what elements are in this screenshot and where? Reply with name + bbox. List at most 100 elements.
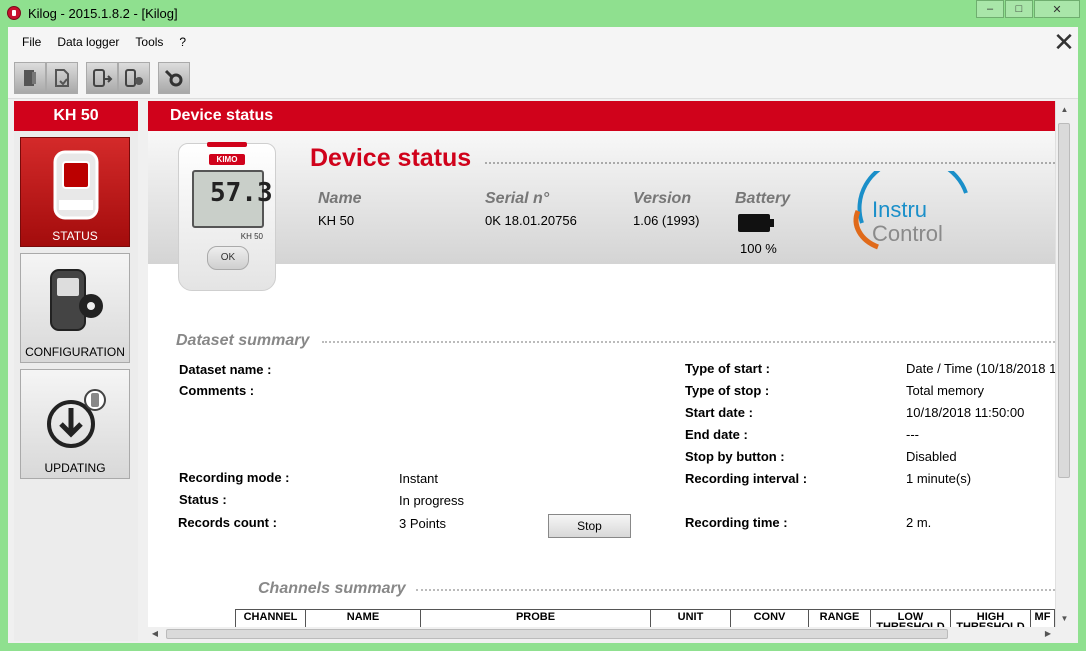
vertical-scroll-thumb[interactable] [1058, 123, 1070, 478]
column-header-conv[interactable]: CONV [730, 609, 809, 627]
minimize-icon: – [986, 3, 994, 15]
recording-interval-value: 1 minute(s) [906, 471, 972, 486]
title-divider [485, 162, 1055, 164]
status-value: In progress [399, 493, 465, 508]
title-bar[interactable]: Kilog - 2015.1.8.2 - [Kilog] – □ ✕ [0, 0, 1086, 27]
download-update-icon [47, 389, 106, 448]
column-header-channel[interactable]: CHANNEL [235, 609, 306, 627]
type-of-start-label: Type of start : [685, 361, 770, 376]
sidebar-item-label: CONFIGURATION [25, 345, 125, 359]
recording-time-value: 2 m. [906, 515, 932, 530]
open-file-button[interactable] [14, 62, 46, 94]
dataset-divider [322, 341, 1055, 343]
stop-by-button-value: Disabled [906, 449, 957, 464]
device-image: KIMO 57.3 KH 50 OK [178, 142, 276, 291]
close-window-button[interactable]: ✕ [1034, 0, 1080, 18]
settings-button[interactable] [158, 62, 190, 94]
save-file-button[interactable] [46, 62, 78, 94]
version-label: Version [633, 190, 692, 207]
menu-file[interactable]: File [14, 35, 49, 49]
download-icon [93, 69, 113, 87]
name-value: KH 50 [318, 213, 355, 228]
name-label: Name [318, 190, 362, 207]
main-header: Device status [148, 101, 1055, 131]
sidebar-item-status[interactable]: STATUS [20, 137, 130, 247]
device-screen: 57.3 [192, 170, 273, 228]
device-ok-button: OK [207, 246, 249, 270]
sidebar-item-updating[interactable]: UPDATING [20, 369, 130, 479]
maximize-button[interactable]: □ [1005, 0, 1033, 18]
scroll-down-icon[interactable]: ▼ [1056, 610, 1073, 627]
scroll-up-icon[interactable]: ▲ [1056, 101, 1073, 118]
instrucontrol-logo: Instru Control [853, 171, 968, 250]
column-header-mf[interactable]: MF [1030, 609, 1055, 627]
dataset-summary-title: Dataset summary [176, 332, 310, 349]
records-count-label: Records count : [178, 515, 277, 530]
toolbar [8, 57, 1078, 99]
left-sidebar: KH 50 STATUS CONFIGURATION UPDATING [14, 101, 138, 641]
stop-button[interactable]: Stop [548, 514, 631, 538]
open-file-icon [24, 70, 36, 86]
configuration-gear-icon [50, 269, 103, 331]
horizontal-scroll-thumb[interactable] [166, 629, 948, 639]
sidebar-item-label: UPDATING [44, 461, 106, 475]
close-icon: ✕ [1052, 3, 1062, 16]
serial-label: Serial n° [485, 190, 550, 207]
type-of-stop-label: Type of stop : [685, 383, 770, 398]
save-file-icon [55, 69, 69, 87]
recording-mode-value: Instant [399, 471, 439, 486]
horizontal-scrollbar[interactable]: ◀ ▶ [148, 627, 1055, 641]
configure-icon [125, 69, 143, 87]
status-label: Status : [179, 492, 227, 507]
device-status-band: KIMO 57.3 KH 50 OK Device status Name KH… [148, 131, 1055, 291]
battery-value: 100 % [740, 241, 777, 256]
recording-mode-label: Recording mode : [179, 470, 290, 485]
column-header-high-threshold[interactable]: HIGH THRESHOLD [950, 609, 1031, 627]
table-header-row: CHANNEL NAME PROBE UNIT CONV RANGE LOW T… [235, 609, 1055, 627]
scroll-right-icon[interactable]: ▶ [1041, 627, 1055, 641]
column-header-low-threshold[interactable]: LOW THRESHOLD [870, 609, 951, 627]
device-brand-logo: KIMO [209, 154, 245, 165]
serial-value: 0K 18.01.20756 [485, 213, 577, 228]
vertical-scrollbar[interactable]: ▲ ▼ [1055, 101, 1072, 627]
download-data-button[interactable] [86, 62, 118, 94]
scroll-left-icon[interactable]: ◀ [148, 627, 162, 641]
column-header-range[interactable]: RANGE [808, 609, 871, 627]
comments-label: Comments : [179, 383, 255, 398]
device-model-label: KH 50 [240, 232, 263, 241]
channels-divider [416, 589, 1055, 591]
recording-time-label: Recording time : [685, 515, 788, 530]
battery-label: Battery [735, 190, 791, 207]
device-top-accent [207, 142, 247, 147]
device-reading: 57.3 [210, 178, 273, 208]
menu-help[interactable]: ? [171, 35, 194, 49]
menu-tools[interactable]: Tools [127, 35, 171, 49]
device-status-title: Device status [310, 144, 472, 172]
kilog-app-icon [7, 6, 21, 20]
main-panel: Device status KIMO 57.3 KH 50 OK Device … [148, 101, 1055, 627]
column-header-probe[interactable]: PROBE [420, 609, 651, 627]
records-count-value: 3 Points [399, 516, 446, 531]
app-close-icon[interactable]: ✕ [1050, 29, 1078, 57]
stop-by-button-label: Stop by button : [685, 449, 785, 464]
end-date-label: End date : [685, 427, 748, 442]
sidebar-item-configuration[interactable]: CONFIGURATION [20, 253, 130, 363]
version-value: 1.06 (1993) [633, 213, 700, 228]
svg-text:Instru: Instru [872, 197, 927, 222]
settings-icon [164, 69, 183, 87]
battery-icon [738, 214, 774, 232]
column-header-unit[interactable]: UNIT [650, 609, 731, 627]
configure-logger-button[interactable] [118, 62, 150, 94]
channels-table: CHANNEL NAME PROBE UNIT CONV RANGE LOW T… [235, 609, 1055, 627]
sidebar-item-label: STATUS [52, 229, 98, 243]
datalogger-icon [53, 150, 99, 220]
sidebar-device-title: KH 50 [14, 101, 138, 131]
window-title: Kilog - 2015.1.8.2 - [Kilog] [28, 6, 178, 21]
recording-interval-label: Recording interval : [685, 471, 808, 486]
minimize-button[interactable]: – [976, 0, 1004, 18]
menu-data-logger[interactable]: Data logger [49, 35, 127, 49]
column-header-name[interactable]: NAME [305, 609, 421, 627]
end-date-value: --- [906, 427, 919, 442]
svg-text:Control: Control [872, 221, 943, 246]
menu-bar: File Data logger Tools ? ✕ [8, 27, 1078, 57]
